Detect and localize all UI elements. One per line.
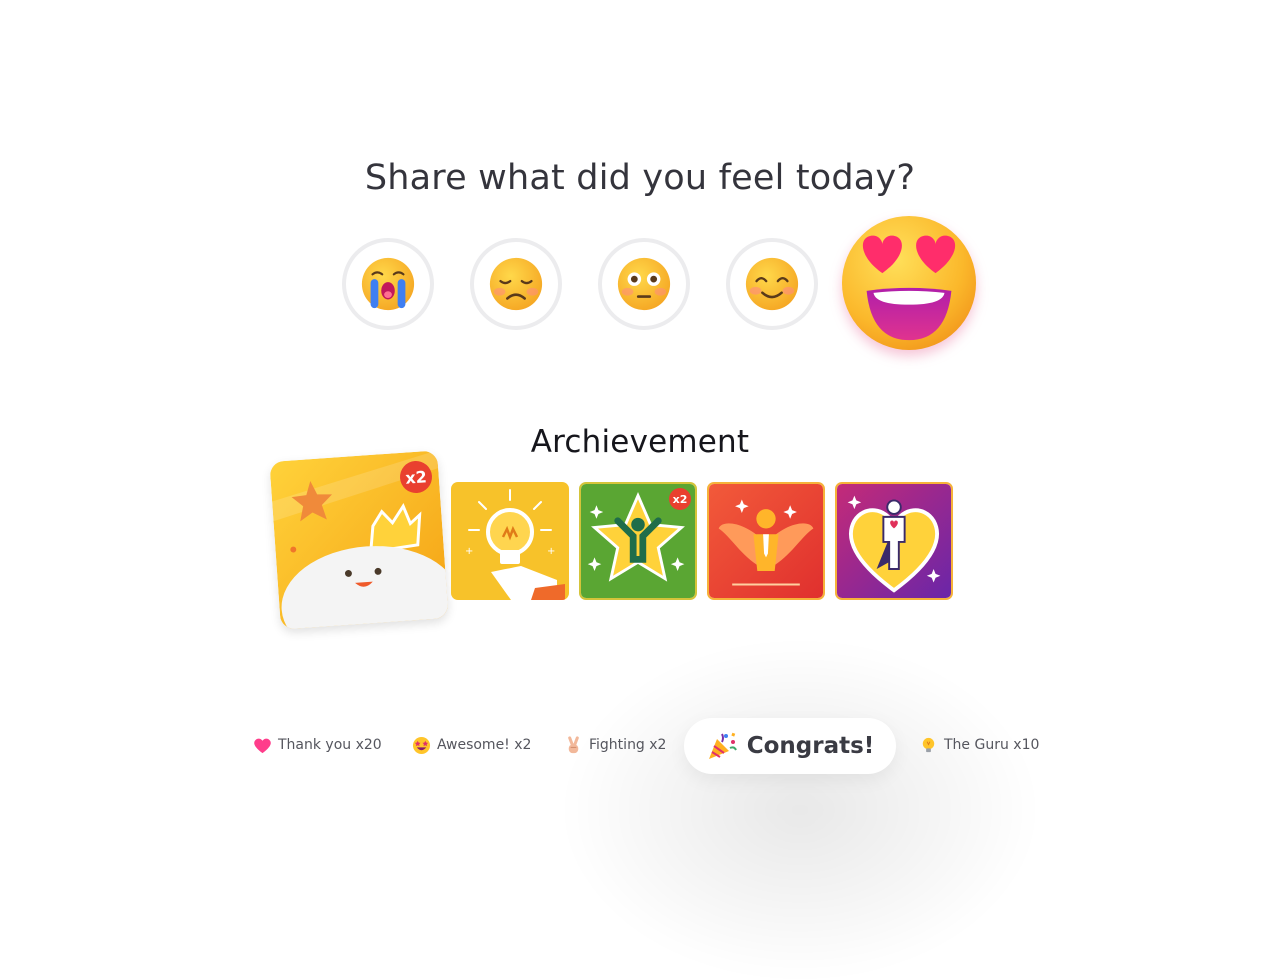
reaction-thank-you[interactable]: Thank you x20	[253, 718, 382, 772]
victory-hand-icon	[568, 735, 579, 753]
mood-option-neutral[interactable]	[598, 238, 690, 330]
reaction-fighting[interactable]: Fighting x2	[564, 718, 666, 772]
reaction-label: Thank you x20	[278, 737, 382, 753]
reaction-label: Congrats!	[746, 733, 875, 759]
pink-heart-icon	[254, 738, 271, 753]
mood-title: Share what did you feel today?	[364, 158, 916, 198]
svg-text:+: +	[465, 546, 473, 557]
background-glow	[560, 640, 1040, 980]
party-popper-icon	[708, 732, 737, 759]
badge-lightbulb[interactable]: + +	[451, 482, 569, 600]
star-struck-face-icon	[412, 736, 431, 754]
svg-text:+: +	[547, 546, 555, 557]
pensive-face-icon	[489, 257, 543, 311]
reaction-label: The Guru x10	[944, 737, 1040, 753]
light-bulb-icon	[922, 737, 935, 752]
flushed-face-icon	[617, 257, 671, 311]
mood-option-love[interactable]	[840, 214, 978, 352]
winged-person-badge-icon	[709, 484, 823, 598]
badge-winged-person[interactable]	[707, 482, 825, 600]
smiling-face-icon	[745, 257, 799, 311]
loudly-crying-face-icon	[361, 257, 415, 311]
reaction-the-guru[interactable]: The Guru x10	[919, 718, 1039, 772]
reaction-congrats[interactable]: Congrats!	[684, 718, 896, 774]
heart-eyes-face-icon	[841, 215, 977, 351]
heart-hero-badge-icon	[837, 484, 951, 598]
lightbulb-hand-badge-icon: + +	[451, 482, 569, 600]
badge-heart-hero[interactable]	[835, 482, 953, 600]
reaction-label: Awesome! x2	[437, 737, 532, 753]
achievement-title: Archievement	[530, 424, 750, 460]
reaction-label: Fighting x2	[589, 737, 667, 753]
reaction-bar: Thank you x20 Awesome! x2 Fighting x2 Co…	[0, 718, 1280, 774]
mood-option-sad[interactable]	[470, 238, 562, 330]
mood-option-happy[interactable]	[726, 238, 818, 330]
badge-count-pill: x2	[669, 488, 691, 510]
reaction-awesome[interactable]: Awesome! x2	[412, 718, 531, 772]
mood-option-crying[interactable]	[342, 238, 434, 330]
